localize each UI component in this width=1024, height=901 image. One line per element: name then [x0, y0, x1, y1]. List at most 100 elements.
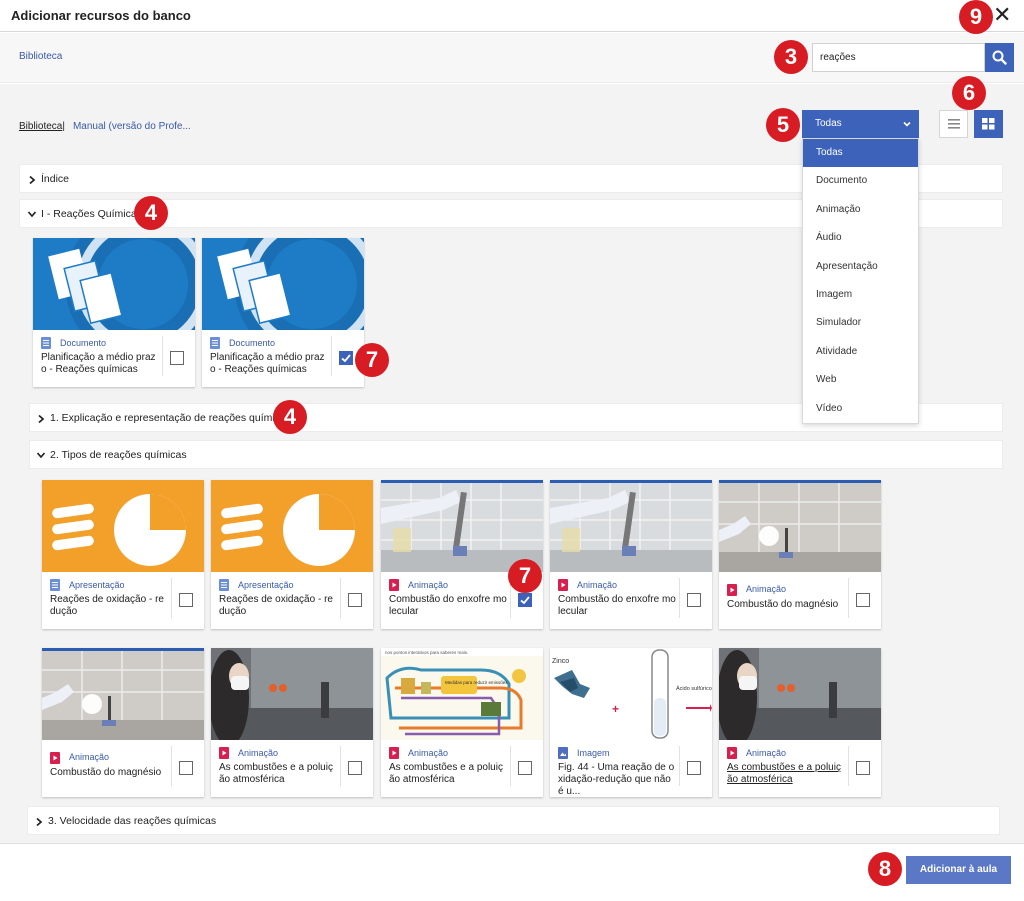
card-divider [679, 746, 680, 786]
street-video-thumbnail [211, 648, 373, 740]
lab-video-thumbnail [719, 480, 881, 572]
select-checkbox[interactable] [179, 761, 193, 775]
section-velocidade[interactable]: 3. Velocidade das reações químicas [27, 806, 1000, 835]
resource-card[interactable]: Animação As combustões e a poluição atmo… [211, 648, 373, 797]
grid-icon [982, 118, 995, 130]
card-divider [848, 578, 849, 618]
checkmark-icon [520, 596, 530, 605]
filter-option-web[interactable]: Web [803, 366, 918, 394]
animation-type-icon [389, 747, 399, 759]
presentation-thumbnail [42, 480, 204, 572]
breadcrumb-current[interactable]: Manual (versão do Profe... [73, 121, 191, 132]
list-icon [948, 119, 960, 129]
resource-name: Planificação a médio prazo - Reações quí… [41, 352, 156, 375]
section-tipos[interactable]: 2. Tipos de reações químicas [29, 440, 1003, 469]
resource-name: Combustão do magnésio [50, 767, 162, 778]
chevron-down-icon [27, 211, 37, 218]
list-view-button[interactable] [939, 110, 968, 138]
resource-name: Reações de oxidação - redução [50, 594, 164, 617]
card-divider [340, 746, 341, 786]
image-thumbnail: Zinco + Ácido sulfúrico [550, 648, 712, 740]
resource-card[interactable]: Animação As combustões e a poluição atmo… [719, 648, 881, 797]
image-plus-sign: + [612, 702, 619, 716]
grid-view-button[interactable] [974, 110, 1003, 138]
select-checkbox[interactable] [348, 761, 362, 775]
select-checkbox[interactable] [856, 593, 870, 607]
filter-option-imagem[interactable]: Imagem [803, 281, 918, 309]
card-divider [679, 578, 680, 618]
callout-badge: 5 [766, 108, 800, 142]
resource-card[interactable]: Documento Planificação a médio prazo - R… [202, 238, 364, 387]
resource-card[interactable]: Apresentação Reações de oxidação - reduç… [211, 480, 373, 629]
filter-option-simulador[interactable]: Simulador [803, 309, 918, 337]
resource-type: Animação [577, 580, 618, 590]
close-icon[interactable]: ✕ [993, 4, 1011, 26]
resource-card[interactable]: Documento Planificação a médio prazo - R… [33, 238, 195, 387]
section-label: 3. Velocidade das reações químicas [48, 815, 217, 827]
resource-type: Animação [69, 752, 110, 762]
filter-option-documento[interactable]: Documento [803, 167, 918, 195]
select-checkbox-checked[interactable] [518, 593, 532, 607]
breadcrumb-root[interactable]: Biblioteca [19, 121, 62, 132]
resource-name: As combustões e a poluição atmosférica [389, 762, 503, 785]
select-checkbox[interactable] [179, 593, 193, 607]
select-checkbox[interactable] [348, 593, 362, 607]
presentation-type-icon [219, 579, 229, 591]
select-checkbox-checked[interactable] [339, 351, 353, 365]
resource-name[interactable]: As combustões e a poluição atmosférica [727, 762, 845, 786]
filter-option-animacao[interactable]: Animação [803, 196, 918, 224]
street-video-thumbnail [719, 648, 881, 740]
infographic-thumbnail: nos pontos interativos para saberes mais… [381, 648, 543, 740]
breadcrumb-separator: | [62, 121, 65, 132]
resource-card[interactable]: nos pontos interativos para saberes mais… [381, 648, 543, 797]
resource-type: Apresentação [69, 580, 125, 590]
document-thumbnail [33, 238, 195, 330]
resource-card[interactable]: Apresentação Reações de oxidação - reduç… [42, 480, 204, 629]
callout-badge: 7 [508, 559, 542, 593]
search-button[interactable] [985, 43, 1014, 72]
infographic-header-text: nos pontos interativos para saberes mais… [385, 650, 468, 655]
resource-card[interactable]: Animação Combustão do enxofre molecular [381, 480, 543, 629]
resource-card[interactable]: Animação Combustão do magnésio [42, 648, 204, 797]
filter-option-video[interactable]: Vídeo [803, 395, 918, 423]
card-divider [162, 336, 163, 376]
resource-name: Fig. 44 - Uma reação de oxidação-redução… [558, 762, 675, 797]
resource-card[interactable]: Zinco + Ácido sulfúrico Imagem Fig. 44 -… [550, 648, 712, 797]
section-label: 1. Explicação e representação de reações… [50, 412, 292, 424]
resource-type: Imagem [577, 748, 610, 758]
tab-biblioteca[interactable]: Biblioteca [19, 51, 62, 62]
resource-type: Animação [238, 748, 279, 758]
select-checkbox[interactable] [687, 761, 701, 775]
search-bar: Biblioteca [0, 33, 1024, 83]
select-checkbox[interactable] [518, 761, 532, 775]
select-checkbox[interactable] [687, 593, 701, 607]
filter-option-todas[interactable]: Todas [803, 139, 918, 168]
search-input[interactable] [812, 43, 985, 72]
animation-type-icon [50, 752, 60, 764]
card-divider [171, 746, 172, 786]
resource-name: Planificação a médio prazo - Reações quí… [210, 352, 325, 375]
animation-type-icon [727, 584, 737, 596]
select-checkbox[interactable] [170, 351, 184, 365]
type-filter-select[interactable]: Todas [802, 110, 919, 138]
filter-option-atividade[interactable]: Atividade [803, 338, 918, 366]
card-divider [510, 746, 511, 786]
resource-type: Animação [746, 584, 787, 594]
resource-type: Animação [408, 748, 449, 758]
image-type-icon [558, 747, 568, 759]
add-to-lesson-button[interactable]: Adicionar à aula [906, 856, 1011, 884]
presentation-thumbnail [211, 480, 373, 572]
card-divider [331, 336, 332, 376]
card-divider [848, 746, 849, 786]
callout-badge: 4 [273, 400, 307, 434]
filter-option-audio[interactable]: Áudio [803, 224, 918, 252]
resource-card[interactable]: Animação Combustão do enxofre molecular [550, 480, 712, 629]
search-icon [992, 50, 1007, 65]
filter-option-apresentacao[interactable]: Apresentação [803, 253, 918, 281]
section-label: Índice [41, 173, 70, 185]
chevron-right-icon [36, 817, 43, 827]
animation-type-icon [219, 747, 229, 759]
select-checkbox[interactable] [856, 761, 870, 775]
resource-card[interactable]: Animação Combustão do magnésio [719, 480, 881, 629]
dialog-title: Adicionar recursos do banco [11, 8, 191, 23]
